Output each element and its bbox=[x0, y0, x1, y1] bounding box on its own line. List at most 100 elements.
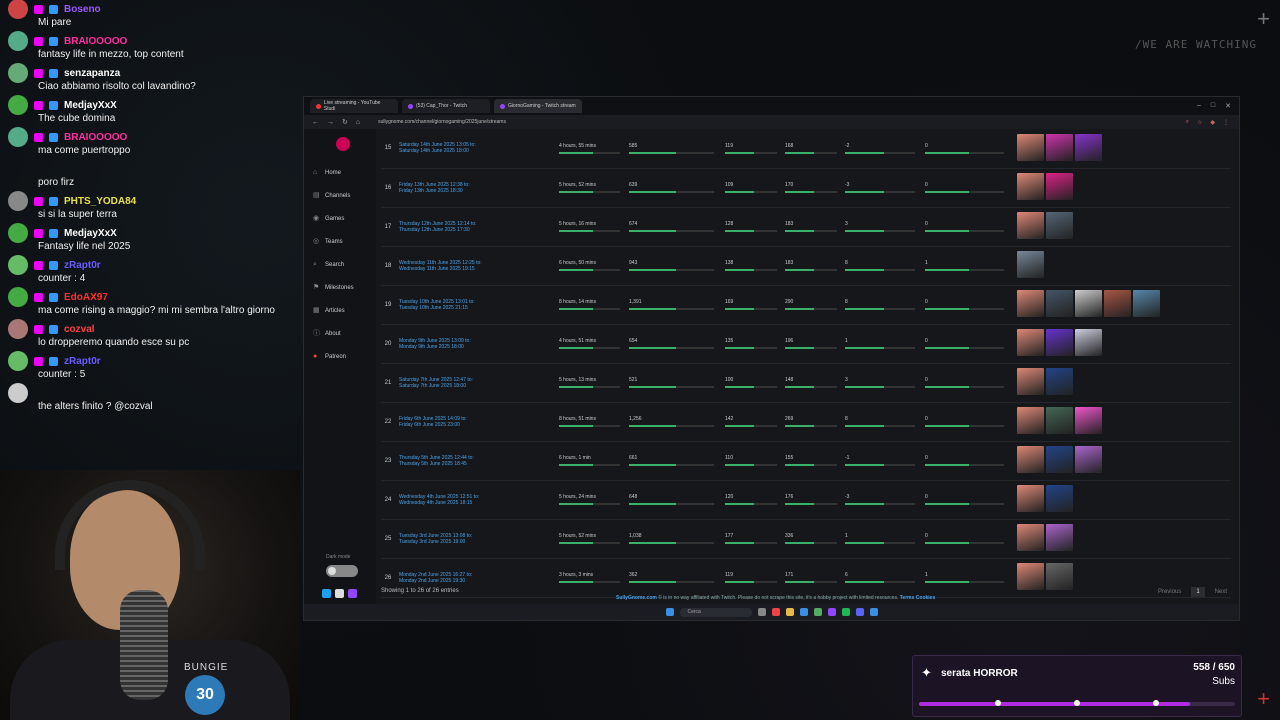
sidebar-item-search[interactable]: ⌕ Search bbox=[304, 253, 376, 276]
game-thumbnail[interactable] bbox=[1075, 133, 1102, 161]
page-button[interactable]: 1 bbox=[1191, 587, 1205, 597]
stream-date-link[interactable]: Wednesday 11th June 2025 12:25 to: Wednes… bbox=[395, 246, 557, 285]
previous-button[interactable]: Previous bbox=[1158, 589, 1181, 595]
game-thumbnail[interactable] bbox=[1017, 212, 1044, 239]
game-thumbnail[interactable] bbox=[1017, 329, 1044, 356]
game-thumbnail[interactable] bbox=[1075, 329, 1102, 356]
discord-icon[interactable] bbox=[855, 608, 864, 616]
taskbar-search[interactable]: Cerca bbox=[679, 607, 752, 617]
sidebar-item-milestones[interactable]: ⚑ Milestones bbox=[304, 276, 376, 299]
game-thumbnail[interactable] bbox=[1017, 407, 1044, 434]
browser-tab[interactable]: (53) Cap_Thor - Twitch bbox=[402, 99, 490, 113]
chat-username[interactable]: zRapt0r bbox=[64, 356, 101, 367]
game-thumbnail[interactable] bbox=[1046, 563, 1073, 590]
sidebar-item-about[interactable]: ⓘ About bbox=[304, 322, 376, 345]
chrome-icon[interactable] bbox=[771, 608, 780, 616]
stream-date-link[interactable]: Tuesday 3rd June 2025 13:08 to: Tuesday 3… bbox=[395, 519, 557, 558]
stream-date-link[interactable]: Tuesday 10th June 2025 13:01 to: Tuesday … bbox=[395, 285, 557, 324]
stat-bar-fill bbox=[845, 230, 884, 232]
stream-date-link[interactable]: Friday 6th June 2025 14:09 to: Friday 6th… bbox=[395, 402, 557, 441]
back-icon[interactable]: ← bbox=[312, 119, 319, 126]
game-thumbnail[interactable] bbox=[1046, 133, 1073, 161]
game-thumbnail[interactable] bbox=[1017, 173, 1044, 200]
chat-username[interactable]: PHTS_YODA84 bbox=[64, 196, 136, 207]
url-input[interactable]: sullygnome.com/channel/giornogaming/2025… bbox=[378, 119, 506, 125]
browser-tab[interactable]: Live streaming - YouTube Studi bbox=[310, 99, 398, 113]
game-thumbnail[interactable] bbox=[1046, 485, 1073, 512]
edge-icon[interactable] bbox=[799, 608, 808, 616]
game-thumbnail[interactable] bbox=[1017, 446, 1044, 473]
stream-date-link[interactable]: Saturday 14th June 2025 13:05 to: Saturda… bbox=[395, 129, 557, 168]
game-thumbnail[interactable] bbox=[1046, 407, 1073, 434]
game-thumbnail[interactable] bbox=[1017, 290, 1044, 317]
stream-date-link[interactable]: Friday 13th June 2025 12:38 to: Friday 13… bbox=[395, 168, 557, 207]
sidebar-item-home[interactable]: ⌂ Home bbox=[304, 161, 376, 184]
game-thumbnail[interactable] bbox=[1075, 290, 1102, 317]
game-thumbnail[interactable] bbox=[1017, 485, 1044, 512]
stream-date-link[interactable]: Monday 9th June 2025 13:09 to: Monday 9th… bbox=[395, 324, 557, 363]
game-thumbnail[interactable] bbox=[1046, 524, 1073, 551]
credit-links[interactable]: Terms Cookies bbox=[900, 595, 935, 601]
explorer-icon[interactable] bbox=[785, 608, 794, 616]
sidebar-item-channels[interactable]: ▤ Channels bbox=[304, 184, 376, 207]
game-thumbnail[interactable] bbox=[1046, 290, 1073, 317]
spotify-icon[interactable] bbox=[841, 608, 850, 616]
chat-username[interactable]: Boseno bbox=[64, 4, 101, 15]
home-icon[interactable]: ⌂ bbox=[356, 119, 360, 126]
game-thumbnail[interactable] bbox=[1017, 133, 1044, 161]
zoom-icon[interactable]: ⌕ bbox=[1186, 119, 1189, 126]
chat-username[interactable]: cozval bbox=[64, 324, 95, 335]
windows-start-icon[interactable] bbox=[665, 608, 674, 616]
sidebar-item-articles[interactable]: ▦ Articles bbox=[304, 299, 376, 322]
sidebar-item-patreon[interactable]: ● Patreon bbox=[304, 345, 376, 368]
chat-username[interactable]: zRapt0r bbox=[64, 260, 101, 271]
game-thumbnail[interactable] bbox=[1046, 329, 1073, 356]
sidebar-item-games[interactable]: ◉ Games bbox=[304, 207, 376, 230]
avatar bbox=[8, 287, 28, 307]
reload-icon[interactable]: ↻ bbox=[342, 118, 348, 126]
game-thumbnail[interactable] bbox=[1017, 251, 1044, 278]
game-thumbnail[interactable] bbox=[1046, 446, 1073, 473]
extension-icon[interactable]: ◆ bbox=[1210, 119, 1215, 126]
game-thumbnail[interactable] bbox=[1017, 368, 1044, 395]
game-thumbnail[interactable] bbox=[1046, 368, 1073, 395]
chat-username[interactable]: MedjayXxX bbox=[64, 228, 117, 239]
stream-date-link[interactable]: Thursday 12th June 2025 12:14 to: Thursda… bbox=[395, 207, 557, 246]
next-button[interactable]: Next bbox=[1215, 589, 1227, 595]
chat-username[interactable]: EdoAX97 bbox=[64, 292, 108, 303]
close-icon[interactable]: ✕ bbox=[1225, 102, 1231, 110]
game-thumbnail[interactable] bbox=[1017, 563, 1044, 590]
stream-date-link[interactable]: Thursday 5th June 2025 12:44 to: Thursday… bbox=[395, 441, 557, 480]
chat-username[interactable]: BRAIOOOOO bbox=[64, 132, 127, 143]
game-thumbnail[interactable] bbox=[1104, 290, 1131, 317]
sidebar-item-teams[interactable]: ◎ Teams bbox=[304, 230, 376, 253]
browser-tab-active[interactable]: GiornoGaming - Twitch stream bbox=[494, 99, 582, 113]
twitter-icon[interactable] bbox=[322, 589, 331, 598]
game-thumbnail[interactable] bbox=[1075, 446, 1102, 473]
maximize-icon[interactable]: □ bbox=[1211, 102, 1215, 110]
app-icon[interactable] bbox=[813, 608, 822, 616]
chat-username[interactable]: senzapanza bbox=[64, 68, 120, 79]
site-logo-icon[interactable] bbox=[336, 137, 350, 151]
app-icon[interactable] bbox=[869, 608, 878, 616]
credit-site-link[interactable]: SullyGnome.com bbox=[616, 595, 657, 601]
game-thumbnail[interactable] bbox=[1046, 173, 1073, 200]
stream-date-link[interactable]: Wednesday 4th June 2025 12:51 to: Wednesd… bbox=[395, 480, 557, 519]
menu-icon[interactable]: ⋮ bbox=[1223, 119, 1229, 126]
game-thumbnail[interactable] bbox=[1075, 407, 1102, 434]
site-icon[interactable] bbox=[335, 589, 344, 598]
dark-mode-toggle[interactable] bbox=[326, 565, 358, 577]
chat-username[interactable]: BRAIOOOOO bbox=[64, 36, 127, 47]
chat-username[interactable]: MedjayXxX bbox=[64, 100, 117, 111]
game-thumbnail[interactable] bbox=[1017, 524, 1044, 551]
chat-message: EdoAX97 ma come rising a maggio? mi mi se… bbox=[8, 287, 298, 316]
twitch-icon[interactable] bbox=[348, 589, 357, 598]
game-thumbnail[interactable] bbox=[1133, 290, 1160, 317]
minimize-icon[interactable]: – bbox=[1197, 102, 1201, 110]
twitch-app-icon[interactable] bbox=[827, 608, 836, 616]
game-thumbnail[interactable] bbox=[1046, 212, 1073, 239]
forward-icon[interactable]: → bbox=[327, 119, 334, 126]
stream-date-link[interactable]: Saturday 7th June 2025 12:47 to: Saturday… bbox=[395, 363, 557, 402]
taskview-icon[interactable] bbox=[757, 608, 766, 616]
bookmark-icon[interactable]: ☆ bbox=[1197, 119, 1202, 126]
